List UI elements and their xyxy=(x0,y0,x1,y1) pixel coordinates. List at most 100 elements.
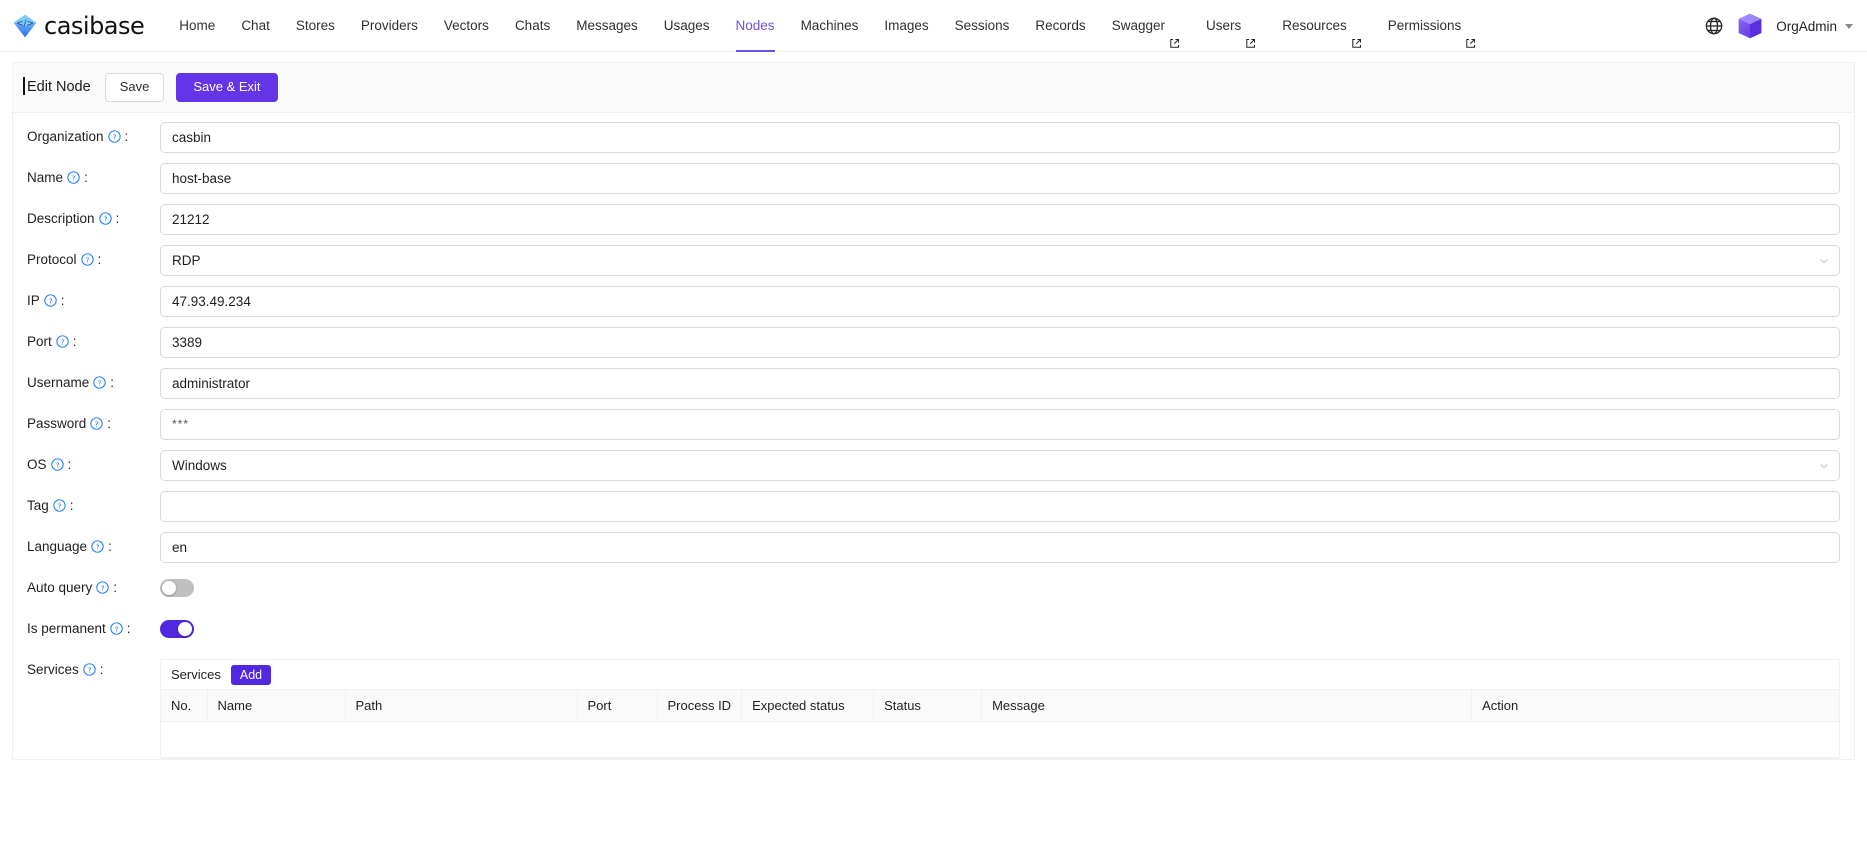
svg-text:?: ? xyxy=(48,296,52,305)
ip-input[interactable] xyxy=(160,286,1840,317)
is-permanent-toggle[interactable] xyxy=(160,620,194,638)
services-col-action: Action xyxy=(1472,689,1839,721)
nav-item-providers[interactable]: Providers xyxy=(348,0,431,52)
form-label-text: Tag xyxy=(27,498,49,513)
nav-item-messages[interactable]: Messages xyxy=(563,0,651,52)
services-col-expected-status: Expected status xyxy=(742,689,874,721)
question-circle-icon[interactable]: ? xyxy=(96,581,109,594)
nav-item-vectors[interactable]: Vectors xyxy=(431,0,502,52)
organization-input[interactable] xyxy=(160,122,1840,153)
form-control-organization xyxy=(160,119,1840,153)
org-cube-icon[interactable] xyxy=(1736,12,1764,40)
form-row-language: Language?: xyxy=(13,529,1854,570)
card-toolbar: Edit Node Save Save & Exit xyxy=(13,63,1854,113)
port-input[interactable] xyxy=(160,327,1840,358)
nav-item-home[interactable]: Home xyxy=(166,0,228,52)
language-input[interactable] xyxy=(160,532,1840,563)
nav-item-resources[interactable]: Resources xyxy=(1269,0,1375,52)
form-row-tag: Tag?: xyxy=(13,488,1854,529)
svg-text:</>: </> xyxy=(16,19,34,29)
node-form: Organization?: Name?: Description?: Protoco… xyxy=(13,113,1854,759)
form-control-is-permanent xyxy=(160,611,1840,643)
os-select-value[interactable] xyxy=(160,450,1840,481)
question-circle-icon[interactable]: ? xyxy=(90,417,103,430)
os-select[interactable] xyxy=(160,450,1840,481)
add-service-button[interactable]: Add xyxy=(231,665,271,685)
save-and-exit-button[interactable]: Save & Exit xyxy=(176,73,277,102)
form-label-tag: Tag?: xyxy=(27,488,160,513)
question-circle-icon[interactable]: ? xyxy=(81,253,94,266)
form-control-username xyxy=(160,365,1840,399)
label-colon: : xyxy=(100,662,104,677)
description-input[interactable] xyxy=(160,204,1840,235)
form-label-organization: Organization?: xyxy=(27,119,160,144)
external-link-icon xyxy=(1245,19,1256,30)
services-table-container: ServicesAddNo.NamePathPortProcess IDExpe… xyxy=(160,659,1840,759)
nav-item-nodes[interactable]: Nodes xyxy=(723,0,788,52)
nav-item-machines[interactable]: Machines xyxy=(788,0,872,52)
nav-item-swagger[interactable]: Swagger xyxy=(1099,0,1193,52)
question-circle-icon[interactable]: ? xyxy=(51,458,64,471)
question-circle-icon[interactable]: ? xyxy=(93,376,106,389)
form-row-is-permanent: Is permanent?: xyxy=(13,611,1854,652)
svg-text:?: ? xyxy=(95,419,99,428)
chevron-down-icon[interactable] xyxy=(1845,24,1853,29)
app-header: </> casibase Home ChatStoresProvidersVect… xyxy=(0,0,1867,52)
nav-item-sessions[interactable]: Sessions xyxy=(942,0,1023,52)
services-col-name: Name xyxy=(207,689,345,721)
nav-item-label: Nodes xyxy=(736,0,775,52)
form-row-username: Username?: xyxy=(13,365,1854,406)
svg-text:?: ? xyxy=(60,337,64,346)
casibase-logo-icon: </> xyxy=(12,13,38,39)
question-circle-icon[interactable]: ? xyxy=(99,212,112,225)
page-title: Edit Node xyxy=(27,79,91,95)
name-input[interactable] xyxy=(160,163,1840,194)
form-control-protocol xyxy=(160,242,1840,276)
question-circle-icon[interactable]: ? xyxy=(108,130,121,143)
tag-input[interactable] xyxy=(160,491,1840,522)
nav-item-chat[interactable]: Chat xyxy=(228,0,283,52)
services-col-path: Path xyxy=(345,689,577,721)
nav-item-stores[interactable]: Stores xyxy=(283,0,348,52)
password-input[interactable] xyxy=(160,409,1840,440)
question-circle-icon[interactable]: ? xyxy=(67,171,80,184)
nav-item-label: Usages xyxy=(664,0,710,52)
form-label-os: OS?: xyxy=(27,447,160,472)
auto-query-toggle[interactable] xyxy=(160,579,194,597)
form-label-text: Port xyxy=(27,334,52,349)
nav-item-records[interactable]: Records xyxy=(1022,0,1098,52)
nav-item-images[interactable]: Images xyxy=(871,0,941,52)
question-circle-icon[interactable]: ? xyxy=(44,294,57,307)
services-header-row: No.NamePathPortProcess IDExpected status… xyxy=(161,689,1839,721)
nav-item-usages[interactable]: Usages xyxy=(651,0,723,52)
save-button[interactable]: Save xyxy=(105,73,165,102)
protocol-select[interactable] xyxy=(160,245,1840,276)
nav-item-label: Chats xyxy=(515,0,550,52)
nav-item-label: Messages xyxy=(576,0,638,52)
form-label-text: Username xyxy=(27,375,89,390)
question-circle-icon[interactable]: ? xyxy=(56,335,69,348)
brand[interactable]: </> casibase xyxy=(12,12,144,40)
form-control-language xyxy=(160,529,1840,563)
nav-item-permissions[interactable]: Permissions xyxy=(1375,0,1490,52)
label-colon: : xyxy=(125,129,129,144)
form-label-text: Organization xyxy=(27,129,104,144)
form-label-description: Description?: xyxy=(27,201,160,226)
org-admin-label[interactable]: OrgAdmin xyxy=(1776,19,1837,34)
question-circle-icon[interactable]: ? xyxy=(91,540,104,553)
svg-text:?: ? xyxy=(87,665,91,674)
services-table-body xyxy=(161,721,1839,757)
nav-item-label: Home xyxy=(179,0,215,52)
form-row-auto-query: Auto query?: xyxy=(13,570,1854,611)
nav-item-users[interactable]: Users xyxy=(1193,0,1269,52)
username-input[interactable] xyxy=(160,368,1840,399)
nav-item-label: Records xyxy=(1035,0,1085,52)
protocol-select-value[interactable] xyxy=(160,245,1840,276)
globe-icon[interactable] xyxy=(1704,16,1724,36)
form-row-protocol: Protocol?: xyxy=(13,242,1854,283)
question-circle-icon[interactable]: ? xyxy=(110,622,123,635)
form-label-is-permanent: Is permanent?: xyxy=(27,611,160,636)
question-circle-icon[interactable]: ? xyxy=(53,499,66,512)
nav-item-chats[interactable]: Chats xyxy=(502,0,563,52)
question-circle-icon[interactable]: ? xyxy=(83,663,96,676)
